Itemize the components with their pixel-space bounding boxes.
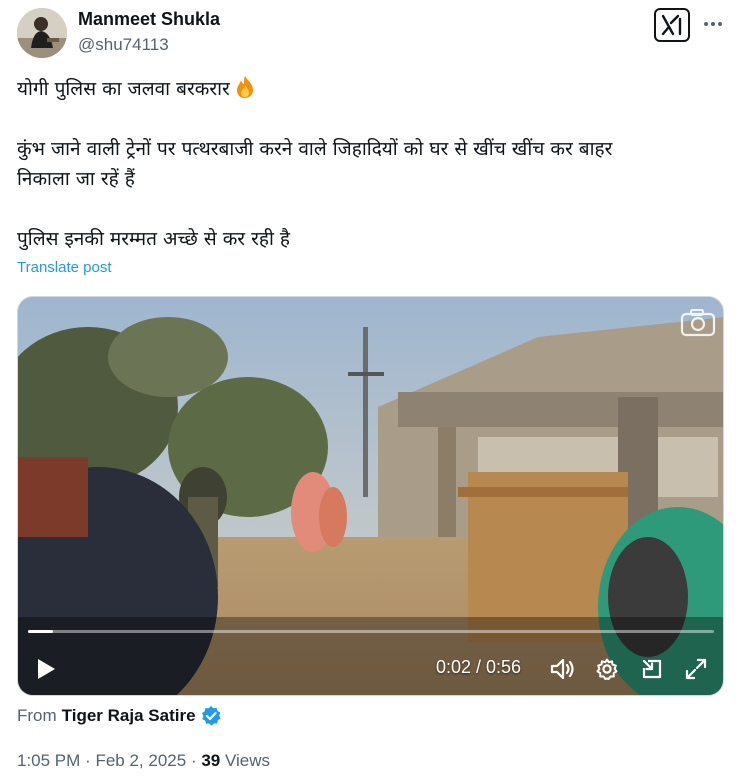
more-button[interactable] — [700, 10, 726, 38]
video-source: From Tiger Raja Satire — [17, 705, 222, 727]
meta-separator: · — [190, 751, 197, 770]
volume-button[interactable] — [548, 656, 576, 682]
video-progress-fill — [28, 630, 53, 633]
source-prefix: From — [17, 706, 57, 725]
fire-emoji-icon — [236, 76, 253, 98]
verified-badge-icon — [201, 706, 221, 726]
play-button[interactable] — [32, 655, 60, 683]
grok-icon — [661, 14, 682, 36]
author-name[interactable]: Manmeet Shukla — [78, 9, 220, 30]
source-name-link[interactable]: Tiger Raja Satire — [62, 706, 196, 726]
post-line-1: योगी पुलिस का जलवा बरकरार — [17, 78, 230, 100]
post-line-3: निकाला जा रहें हैं — [17, 168, 135, 190]
settings-button[interactable] — [593, 656, 621, 682]
video-frame — [18, 297, 723, 695]
avatar[interactable] — [17, 8, 67, 58]
post-meta: 1:05 PM · Feb 2, 2025 · 39 Views — [17, 751, 270, 771]
fullscreen-button[interactable] — [682, 656, 710, 682]
pip-button[interactable] — [638, 656, 666, 682]
gear-icon — [596, 658, 618, 680]
more-dots-icon — [704, 22, 722, 26]
author-handle[interactable]: @shu74113 — [78, 35, 169, 55]
views-label: Views — [225, 751, 271, 770]
post-line: योगी पुलिस का जलवा बरकरार — [17, 74, 717, 104]
post-time[interactable]: 1:05 PM — [17, 751, 80, 770]
video-time: 0:02 / 0:56 — [436, 657, 522, 677]
views-count: 39 — [201, 751, 221, 770]
volume-icon — [550, 658, 574, 680]
post-line-2: कुंभ जाने वाली ट्रेनों पर पत्थरबाजी करने… — [17, 138, 613, 160]
translate-post-link[interactable]: Translate post — [17, 259, 112, 276]
play-icon — [38, 659, 55, 679]
post-line-4: पुलिस इनकी मरम्मत अच्छे से कर रही है — [17, 228, 291, 250]
expand-icon — [685, 658, 707, 680]
meta-separator: · — [85, 751, 91, 770]
post-date[interactable]: Feb 2, 2025 — [95, 751, 186, 770]
grok-button[interactable] — [654, 8, 690, 42]
video-player[interactable]: 0:02 / 0:56 — [17, 296, 724, 696]
video-progress-bar[interactable] — [28, 630, 714, 633]
camera-icon — [680, 309, 716, 337]
avatar-image — [17, 8, 67, 58]
picture-in-picture-icon — [642, 659, 662, 679]
post-text: योगी पुलिस का जलवा बरकरार कुंभ जाने वाली… — [17, 74, 717, 254]
